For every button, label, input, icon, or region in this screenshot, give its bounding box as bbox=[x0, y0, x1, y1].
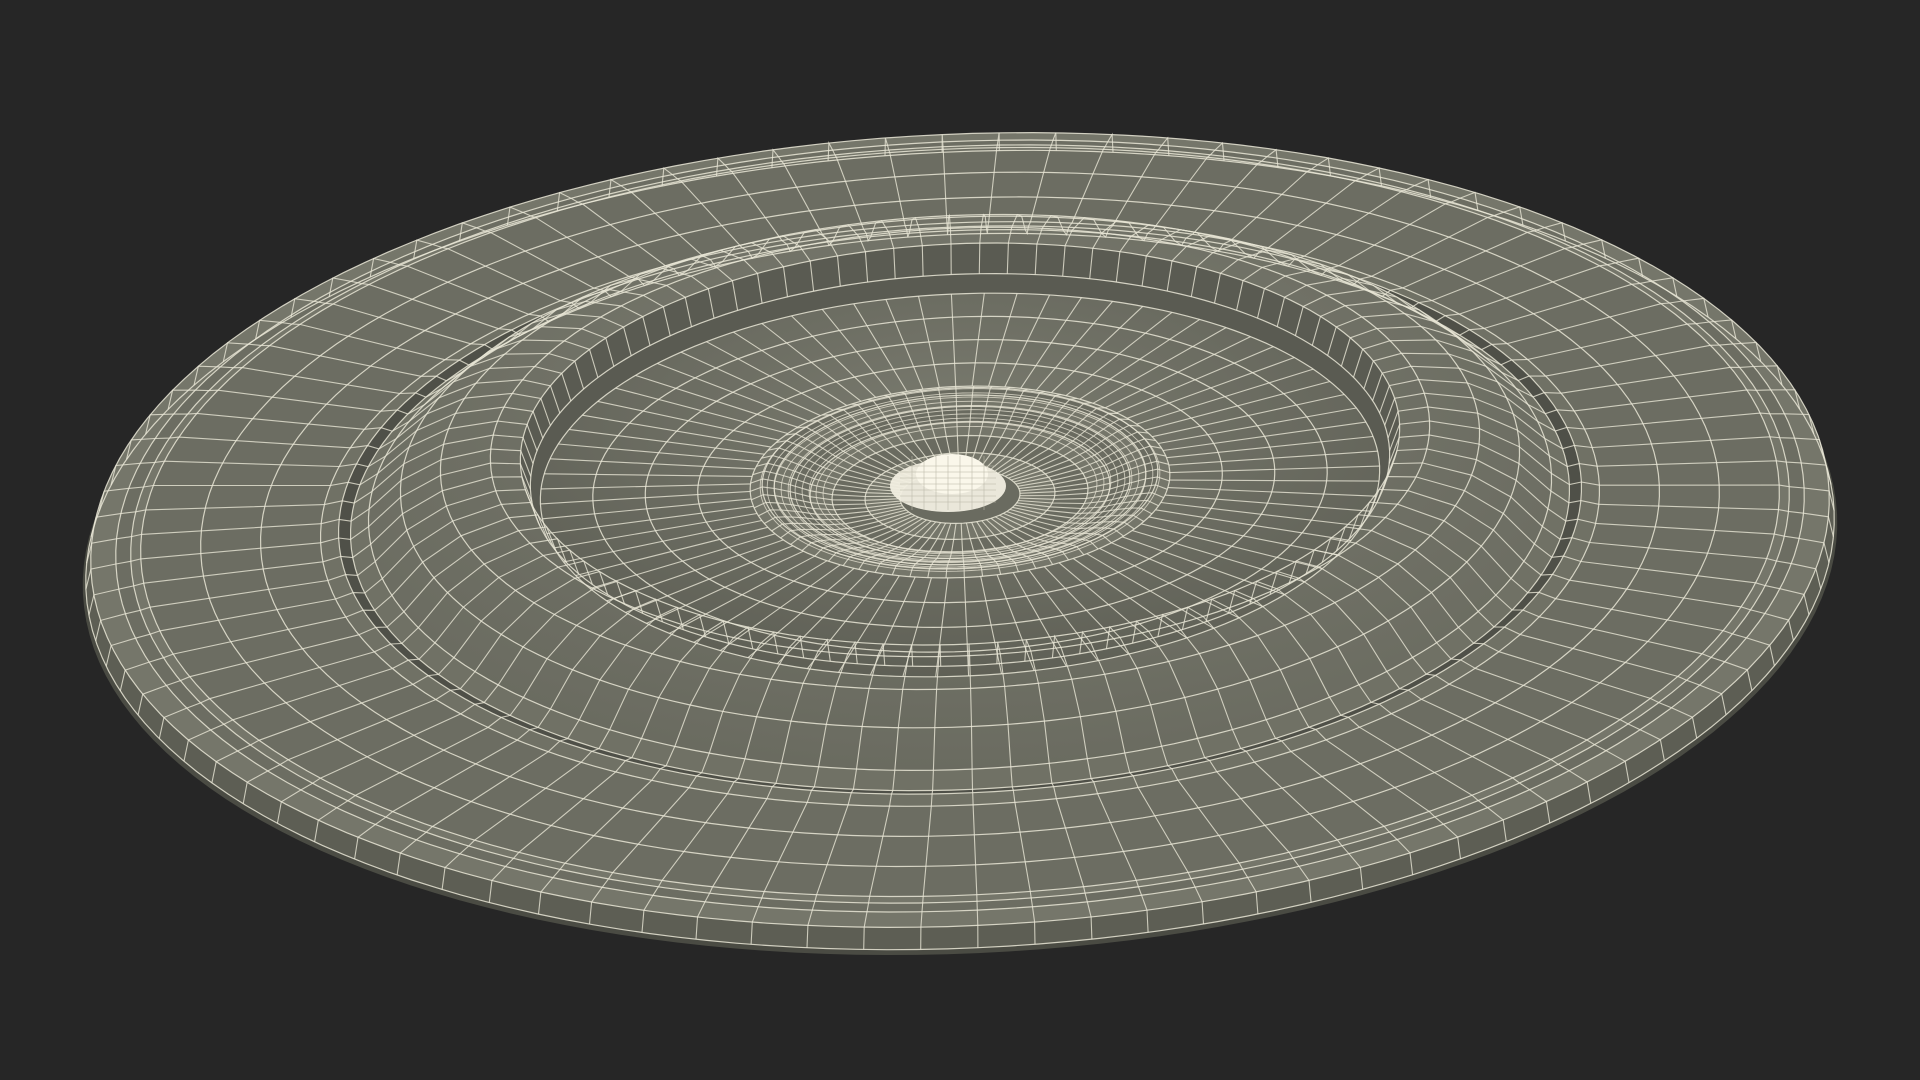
3d-viewport[interactable] bbox=[0, 0, 1920, 1080]
wireframe-dish-model bbox=[82, 131, 1838, 955]
dish-surfaces bbox=[82, 132, 1838, 955]
center-knob-top bbox=[916, 454, 988, 494]
